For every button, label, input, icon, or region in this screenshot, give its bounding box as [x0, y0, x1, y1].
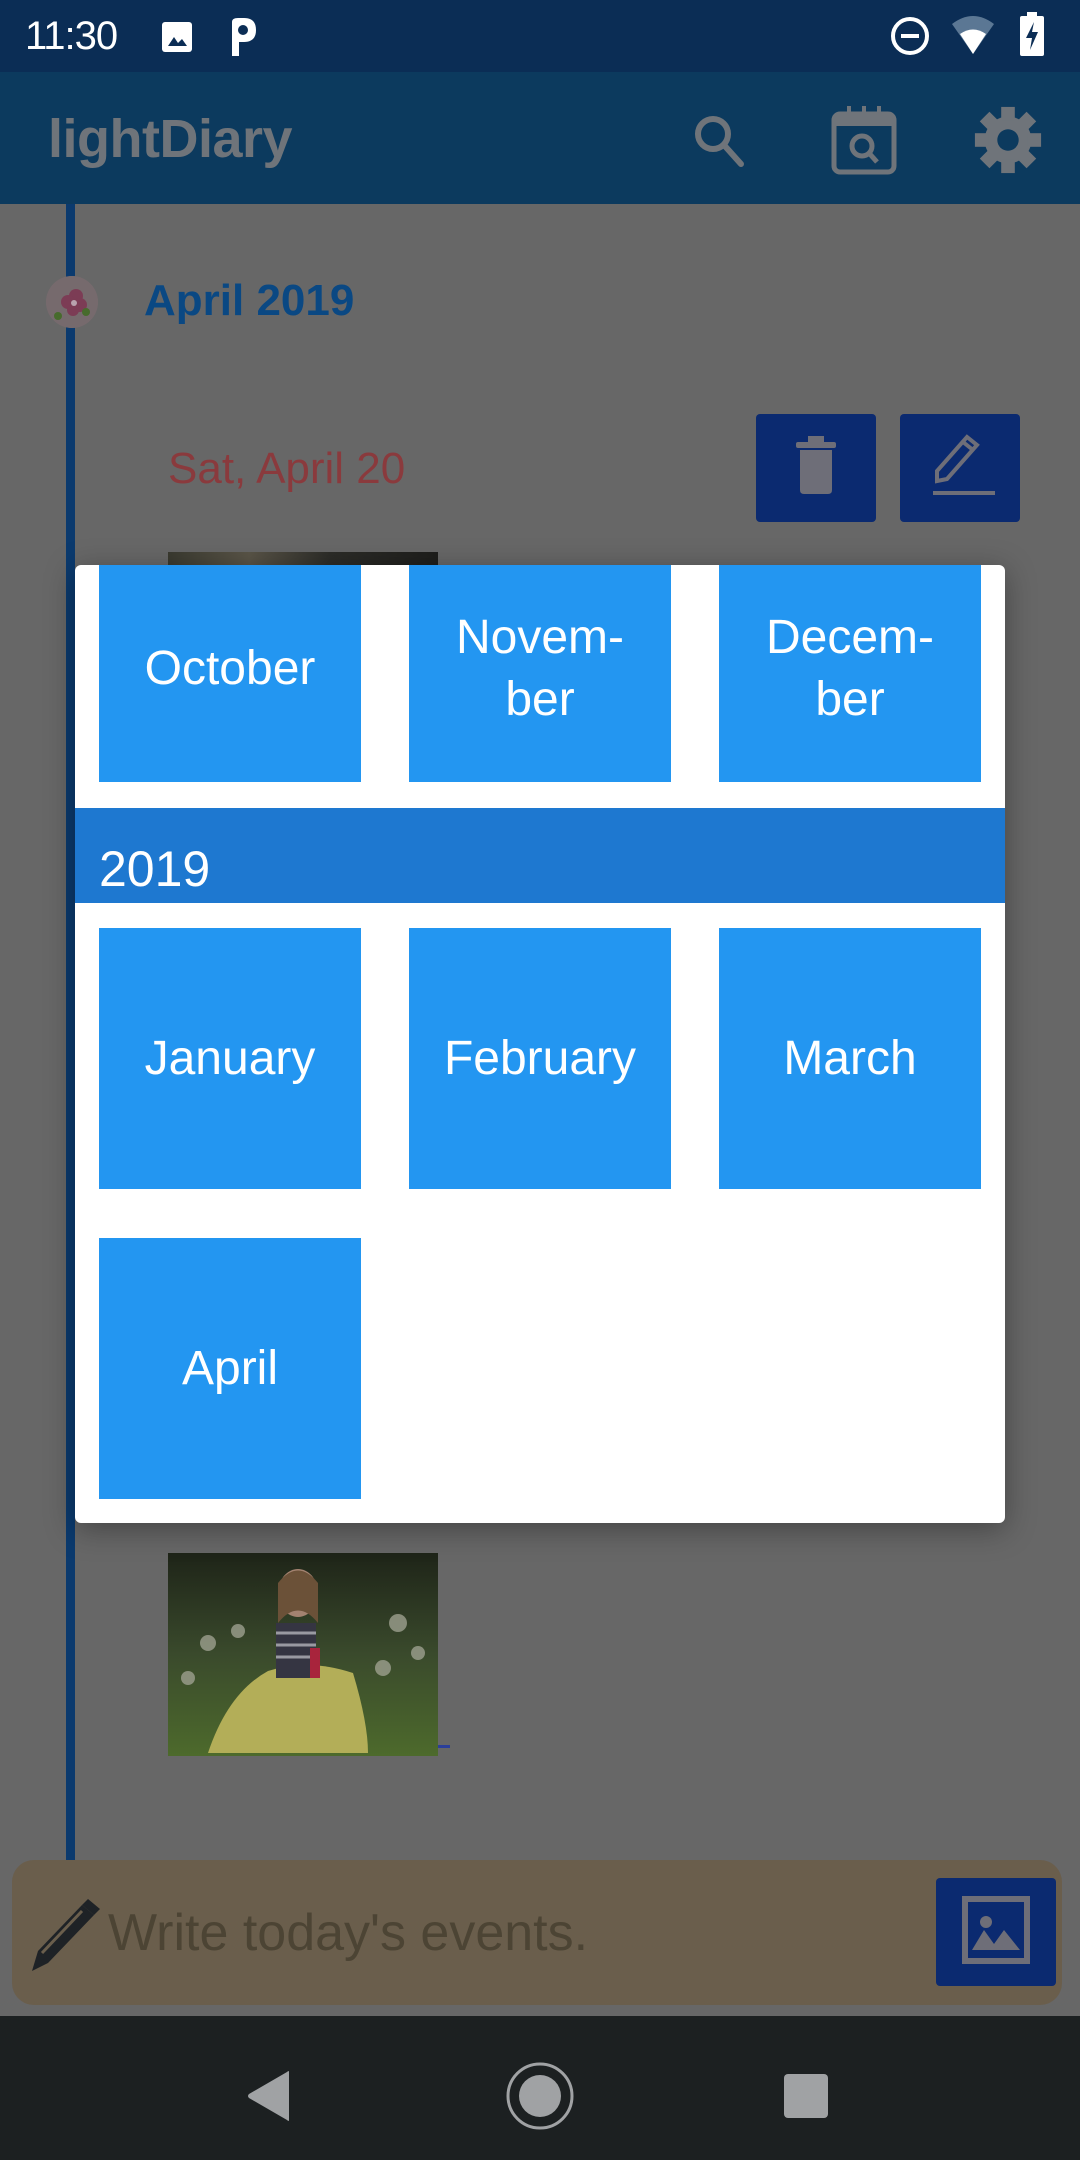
month-tile-april[interactable]: April — [99, 1238, 361, 1499]
entry-date: Sat, April 20 — [168, 444, 406, 493]
entry-photo[interactable] — [168, 1553, 438, 1756]
edit-icon — [925, 433, 995, 504]
month-label: January — [144, 1031, 316, 1085]
month-label: Novem- ber — [455, 610, 625, 726]
month-label: Decem- ber — [765, 610, 935, 726]
month-tile-february[interactable]: February — [409, 928, 671, 1189]
pen-icon — [22, 1895, 102, 1980]
delete-entry-button[interactable] — [756, 414, 876, 522]
year-label: 2019 — [99, 841, 211, 897]
parking-notification-icon — [228, 16, 258, 63]
composer-bar — [12, 1860, 1062, 2005]
wifi-icon — [950, 14, 996, 61]
settings-gear-icon[interactable] — [972, 104, 1044, 176]
month-tile-march[interactable]: March — [719, 928, 981, 1189]
app-bar: lightDiary — [0, 72, 1080, 204]
edit-entry-button[interactable] — [900, 414, 1020, 522]
search-icon[interactable] — [683, 104, 755, 176]
status-bar: 11:30 — [0, 0, 1080, 72]
battery-charging-icon — [1018, 12, 1046, 63]
status-time: 11:30 — [25, 14, 118, 58]
system-nav-bar — [0, 2016, 1080, 2160]
month-label: April — [181, 1341, 279, 1395]
do-not-disturb-icon — [890, 16, 930, 61]
month-tile-november[interactable]: Novem- ber — [409, 565, 671, 782]
month-tile-october[interactable]: October — [99, 565, 361, 782]
month-label: March — [783, 1031, 917, 1085]
recents-icon[interactable] — [766, 2056, 846, 2136]
photo-underline — [438, 1745, 450, 1748]
month-tile-december[interactable]: Decem- ber — [719, 565, 981, 782]
month-picker-dialog: October Novem- ber Decem- ber 2019 Janua… — [75, 565, 1005, 1523]
home-icon[interactable] — [500, 2056, 580, 2136]
timeline-line — [66, 204, 75, 1860]
diary-entry-input[interactable] — [108, 1898, 908, 1968]
calendar-search-icon[interactable] — [828, 104, 900, 176]
image-icon — [960, 1894, 1032, 1971]
app-title: lightDiary — [48, 109, 293, 169]
back-icon[interactable] — [229, 2056, 309, 2136]
cherry-blossom-icon — [46, 276, 98, 328]
delete-icon — [794, 435, 838, 501]
year-header: 2019 — [75, 808, 1005, 903]
month-tile-january[interactable]: January — [99, 928, 361, 1189]
month-heading: April 2019 — [144, 276, 355, 325]
month-label: October — [144, 641, 316, 695]
month-label: February — [443, 1031, 637, 1085]
gallery-notification-icon — [160, 20, 194, 59]
attach-image-button[interactable] — [936, 1878, 1056, 1986]
